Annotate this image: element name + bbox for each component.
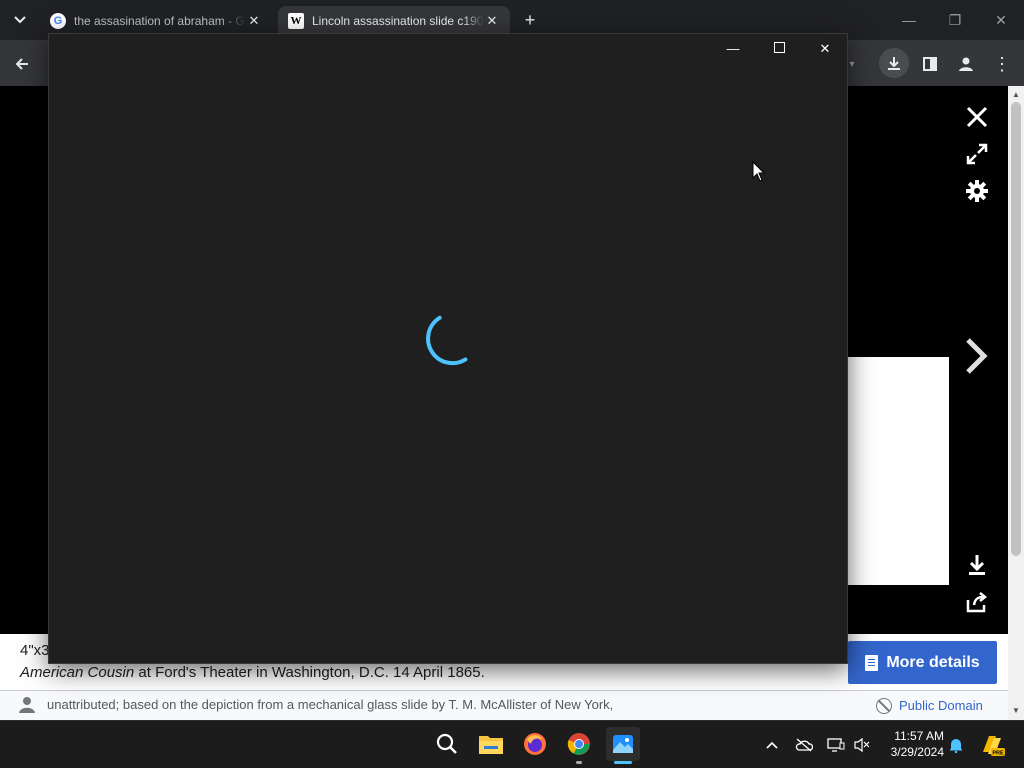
copilot-icon: PRE [983,736,1005,757]
public-domain-icon [876,698,892,714]
attribution-text: unattributed; based on the depiction fro… [47,697,614,712]
more-details-label: More details [886,653,980,671]
onedrive-offline-icon [795,738,813,752]
photos-icon [613,735,633,753]
taskbar-photos[interactable] [606,727,640,761]
window-maximize-button[interactable]: ❐ [932,8,978,32]
chevron-right-icon [966,338,988,374]
chrome-icon [567,733,590,755]
file-explorer-icon [479,736,503,754]
scroll-down-icon[interactable]: ▼ [1008,704,1024,718]
volume-tray-button[interactable] [852,735,872,755]
chevron-up-icon [766,741,778,749]
tab-title: the assasination of abraham - G [74,14,245,28]
downloads-button[interactable] [879,48,909,78]
chrome-running-indicator [576,761,582,764]
download-icon [888,57,900,70]
expand-icon [966,143,988,165]
new-tab-button[interactable]: + [518,9,542,33]
back-button[interactable] [8,50,36,78]
scroll-up-icon[interactable]: ▲ [1008,88,1024,102]
viewer-close-button[interactable] [960,100,994,134]
network-tray-button[interactable] [826,735,846,755]
tab-title: Lincoln assassination slide c190 [312,14,484,28]
mouse-cursor-icon [752,161,766,182]
author-icon [19,697,35,713]
tab-search-button[interactable] [8,8,32,32]
window-close-button[interactable]: ✕ [978,8,1024,32]
clock-time[interactable]: 11:57 AM [884,729,944,743]
photos-maximize-button[interactable] [764,38,794,60]
window-minimize-button[interactable]: — [886,8,932,32]
clock-date[interactable]: 3/29/2024 [884,745,944,759]
license-link[interactable]: Public Domain [899,698,983,713]
side-panel-icon [923,57,937,71]
photos-minimize-button[interactable]: — [718,38,748,60]
caption-line-1: 4"x3 [20,642,50,659]
tab-wikipedia[interactable]: W Lincoln assassination slide c190 ✕ [278,6,510,36]
search-icon [436,733,457,754]
wikipedia-favicon-icon: W [288,13,304,29]
photos-close-button[interactable]: ✕ [810,38,840,60]
side-panel-button[interactable] [916,50,944,78]
next-image-button[interactable] [958,336,994,386]
caption-text: at Ford's Theater in Washington, D.C. 14… [134,664,485,681]
share-icon [966,592,988,613]
onedrive-tray-button[interactable] [794,735,814,755]
download-icon [969,555,985,575]
viewer-share-button[interactable] [960,585,994,619]
gear-icon [966,180,988,202]
scrollbar-thumb[interactable] [1011,102,1021,556]
profile-button[interactable] [952,50,980,78]
tab-google-search[interactable]: G the assasination of abraham - G ✕ [40,6,272,36]
show-hidden-icons-button[interactable] [762,735,782,755]
loading-spinner-icon [426,315,468,366]
taskbar-file-explorer[interactable] [475,728,507,760]
bell-icon [950,739,962,753]
menu-button[interactable]: ⋮ [988,50,1016,78]
svg-text:PRE: PRE [992,751,1004,757]
back-arrow-icon [15,58,28,70]
document-icon [865,654,879,671]
taskbar-firefox[interactable] [519,728,551,760]
profile-icon [959,57,973,71]
more-details-button[interactable]: More details [848,641,997,684]
viewer-fullscreen-button[interactable] [960,137,994,171]
image-preview[interactable] [848,357,949,585]
taskbar-search-button[interactable] [431,728,463,760]
close-icon [966,106,988,128]
close-tab-icon[interactable]: ✕ [484,13,500,29]
maximize-icon [773,42,785,53]
caption-italic-title: American Cousin [20,664,135,681]
chevron-down-icon [14,16,26,24]
network-icon [827,738,845,752]
firefox-icon [524,733,546,755]
volume-muted-icon [854,737,870,753]
close-tab-icon[interactable]: ✕ [246,13,262,29]
photos-active-indicator [614,761,632,764]
copilot-button[interactable]: PRE [978,731,1006,759]
google-favicon-icon: G [50,13,66,29]
taskbar-chrome[interactable] [563,728,595,760]
notifications-button[interactable] [946,735,966,755]
caption-line-2: American Cousin at Ford's Theater in Was… [20,664,485,681]
viewer-settings-button[interactable] [960,174,994,208]
viewer-download-button[interactable] [960,548,994,582]
